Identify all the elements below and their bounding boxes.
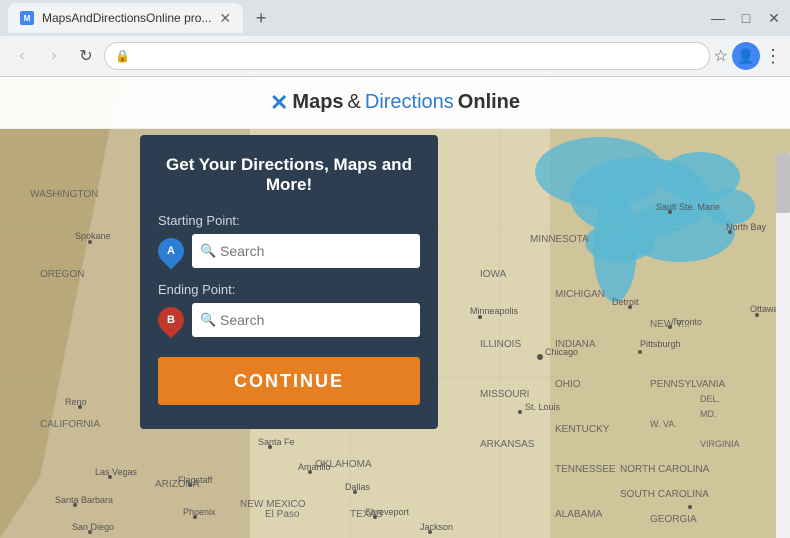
svg-text:Las Vegas: Las Vegas (95, 467, 138, 477)
svg-text:TENNESSEE: TENNESSEE (555, 464, 616, 475)
svg-text:Ottawa: Ottawa (750, 304, 779, 314)
svg-text:OHIO: OHIO (555, 379, 581, 390)
scrollbar-thumb[interactable] (776, 153, 790, 213)
svg-text:PENNSYLVANIA: PENNSYLVANIA (650, 379, 726, 390)
svg-text:W. VA.: W. VA. (650, 419, 677, 429)
svg-text:Flagstaff: Flagstaff (178, 475, 213, 485)
logo-amp-text: & (348, 91, 361, 114)
minimize-button[interactable]: — (710, 10, 726, 26)
ending-point-input[interactable] (192, 303, 420, 337)
dialog-title: Get Your Directions, Maps and More! (158, 155, 420, 195)
svg-text:OREGON: OREGON (40, 269, 84, 280)
new-tab-button[interactable]: + (247, 4, 275, 32)
svg-text:NORTH CAROLINA: NORTH CAROLINA (620, 464, 710, 475)
tab-title: MapsAndDirectionsOnline pro... (42, 11, 211, 25)
svg-text:Pittsburgh: Pittsburgh (640, 339, 681, 349)
svg-text:Jackson: Jackson (420, 522, 453, 532)
menu-button[interactable]: ⋮ (764, 46, 782, 67)
directions-dialog: Get Your Directions, Maps and More! Star… (140, 135, 438, 429)
refresh-button[interactable]: ↻ (72, 42, 100, 70)
svg-text:MINNESOTA: MINNESOTA (530, 234, 589, 245)
svg-text:Reno: Reno (65, 397, 87, 407)
svg-text:Detroit: Detroit (612, 297, 639, 307)
profile-button[interactable]: 👤 (732, 42, 760, 70)
ending-search-wrapper: 🔍 (192, 303, 420, 337)
forward-button[interactable]: › (40, 42, 68, 70)
address-bar[interactable]: 🔒 (104, 42, 710, 70)
svg-text:VIRGINIA: VIRGINIA (700, 439, 740, 449)
svg-text:El Paso: El Paso (265, 509, 300, 520)
svg-text:IOWA: IOWA (480, 269, 507, 280)
svg-text:ARKANSAS: ARKANSAS (480, 439, 535, 450)
svg-text:Amarillo: Amarillo (298, 462, 331, 472)
starting-point-input[interactable] (192, 234, 420, 268)
nav-bar: ‹ › ↻ 🔒 ☆ 👤 ⋮ (0, 36, 790, 76)
window-controls: — □ ✕ (710, 10, 782, 26)
back-button[interactable]: ‹ (8, 42, 36, 70)
continue-button[interactable]: CONTINUE (158, 357, 420, 405)
maximize-button[interactable]: □ (738, 10, 754, 26)
page-content: WASHINGTON OREGON CALIFORNIA IDAHO NEVAD… (0, 77, 790, 538)
svg-text:St. Louis: St. Louis (525, 402, 561, 412)
browser-chrome: M MapsAndDirectionsOnline pro... ✕ + — □… (0, 0, 790, 77)
logo-maps-text: Maps (292, 91, 343, 114)
browser-tab[interactable]: M MapsAndDirectionsOnline pro... ✕ (8, 3, 243, 33)
title-bar: M MapsAndDirectionsOnline pro... ✕ + — □… (0, 0, 790, 36)
svg-text:Santa Fe: Santa Fe (258, 437, 295, 447)
logo-directions-text: Directions (365, 91, 454, 114)
marker-a: A (153, 233, 190, 270)
ending-label: Ending Point: (158, 282, 420, 297)
close-button[interactable]: ✕ (766, 10, 782, 26)
tab-close-button[interactable]: ✕ (219, 10, 231, 27)
svg-text:Santa Barbara: Santa Barbara (55, 495, 113, 505)
svg-text:CALIFORNIA: CALIFORNIA (40, 419, 100, 430)
svg-text:WASHINGTON: WASHINGTON (30, 189, 98, 200)
site-header: ✕ Maps & Directions Online (0, 77, 790, 129)
svg-text:Toronto: Toronto (672, 317, 702, 327)
svg-text:Phoenix: Phoenix (183, 507, 216, 517)
svg-text:ILLINOIS: ILLINOIS (480, 339, 521, 350)
ending-input-row: B 🔍 (158, 303, 420, 337)
lock-icon: 🔒 (115, 49, 130, 63)
svg-text:MD.: MD. (700, 409, 717, 419)
svg-text:DEL.: DEL. (700, 394, 720, 404)
svg-text:North Bay: North Bay (726, 222, 767, 232)
starting-search-wrapper: 🔍 (192, 234, 420, 268)
svg-text:Chicago: Chicago (545, 347, 578, 357)
svg-text:GEORGIA: GEORGIA (650, 514, 697, 525)
svg-text:SOUTH CAROLINA: SOUTH CAROLINA (620, 489, 709, 500)
marker-a-letter: A (167, 245, 175, 257)
tab-favicon: M (20, 11, 34, 25)
svg-text:Sault Ste. Marie: Sault Ste. Marie (656, 202, 720, 212)
svg-text:MICHIGAN: MICHIGAN (555, 289, 605, 300)
logo-online-text: Online (458, 91, 520, 114)
svg-text:Dallas: Dallas (345, 482, 371, 492)
svg-text:Spokane: Spokane (75, 231, 111, 241)
bookmark-icon[interactable]: ☆ (714, 46, 728, 66)
svg-text:Shreveport: Shreveport (365, 507, 410, 517)
starting-input-row: A 🔍 (158, 234, 420, 268)
svg-text:San Diego: San Diego (72, 522, 114, 532)
starting-label: Starting Point: (158, 213, 420, 228)
site-logo: ✕ Maps & Directions Online (270, 90, 520, 116)
svg-text:Minneapolis: Minneapolis (470, 306, 519, 316)
svg-text:ALABAMA: ALABAMA (555, 509, 603, 520)
svg-text:MISSOURI: MISSOURI (480, 389, 529, 400)
svg-text:KENTUCKY: KENTUCKY (555, 424, 610, 435)
vertical-scrollbar[interactable] (776, 153, 790, 538)
marker-b-letter: B (167, 314, 175, 326)
marker-b: B (153, 302, 190, 339)
